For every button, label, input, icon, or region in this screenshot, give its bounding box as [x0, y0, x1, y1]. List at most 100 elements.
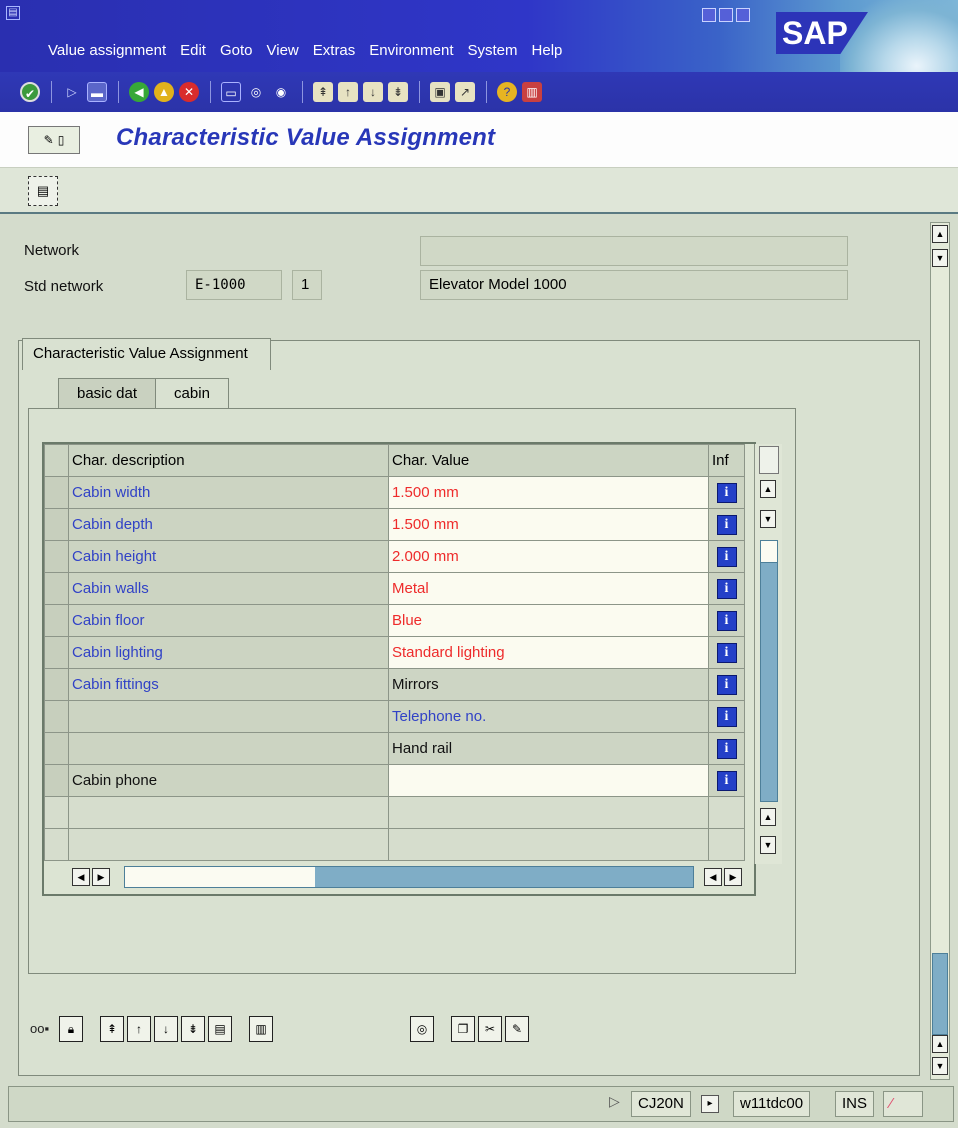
scroll-down-icon[interactable]: ▼ — [760, 836, 776, 854]
new-session-icon[interactable]: ▣ — [430, 82, 450, 102]
scroll-down-icon[interactable]: ▼ — [760, 510, 776, 528]
char-description-cell[interactable]: Cabin fittings — [68, 668, 389, 701]
info-icon[interactable]: i — [716, 642, 737, 663]
scrollbar-thumb[interactable] — [932, 953, 948, 1035]
scroll-right-icon[interactable]: ▶ — [92, 868, 110, 886]
chain-links-icon[interactable]: oo▪ — [30, 1016, 56, 1042]
first-page-icon[interactable]: ⇞ — [313, 82, 333, 102]
menu-goto[interactable]: Goto — [220, 42, 253, 59]
main-vertical-scrollbar[interactable]: ▲ ▼ ▲ ▼ — [930, 222, 950, 1080]
last-entry-icon[interactable]: ⇟ — [181, 1016, 205, 1042]
find-icon[interactable]: ◎ — [246, 82, 266, 102]
print-icon[interactable]: ▭ — [221, 82, 241, 102]
row-selector[interactable] — [44, 732, 69, 765]
layout-menu-icon[interactable]: ▥ — [522, 82, 542, 102]
session-info-icon[interactable]: ▸ — [701, 1095, 719, 1113]
table-horizontal-scrollbar[interactable] — [124, 866, 694, 888]
table-vertical-scrollbar[interactable]: ▲ ▼ ▲ ▼ — [754, 444, 782, 864]
scroll-left-icon[interactable]: ◀ — [72, 868, 90, 886]
char-value-input[interactable]: Metal — [388, 572, 709, 605]
info-icon[interactable]: i — [716, 546, 737, 567]
menu-view[interactable]: View — [267, 42, 299, 59]
char-description-cell[interactable]: Cabin width — [68, 476, 389, 509]
char-value-cell[interactable]: Hand rail — [388, 732, 709, 765]
scroll-right-icon[interactable]: ▶ — [724, 868, 742, 886]
info-icon[interactable]: i — [716, 578, 737, 599]
next-entry-icon[interactable]: ↓ — [154, 1016, 178, 1042]
char-value-input[interactable]: 1.500 mm — [388, 508, 709, 541]
maximize-icon[interactable] — [719, 8, 733, 22]
cancel-icon[interactable]: ✕ — [179, 82, 199, 102]
menu-help[interactable]: Help — [532, 42, 563, 59]
info-icon[interactable]: i — [716, 706, 737, 727]
scroll-left-icon[interactable]: ◀ — [704, 868, 722, 886]
enter-check-icon[interactable]: ✔ — [20, 82, 40, 102]
column-header-info[interactable]: Inf — [708, 444, 745, 477]
find-next-icon[interactable]: ◉ — [271, 82, 291, 102]
next-page-icon[interactable]: ↓ — [363, 82, 383, 102]
menu-system[interactable]: System — [468, 42, 518, 59]
table-settings-icon[interactable]: ▥ — [249, 1016, 273, 1042]
cut-icon[interactable]: ✂ — [478, 1016, 502, 1042]
last-page-icon[interactable]: ⇟ — [388, 82, 408, 102]
status-expand-icon[interactable]: ▷ — [609, 1093, 620, 1110]
info-icon[interactable]: i — [716, 610, 737, 631]
char-value-input[interactable]: 1.500 mm — [388, 476, 709, 509]
page-icon[interactable]: ▤ — [208, 1016, 232, 1042]
info-icon[interactable]: i — [716, 514, 737, 535]
char-description-cell[interactable]: Cabin floor — [68, 604, 389, 637]
row-selector[interactable] — [44, 508, 69, 541]
info-icon[interactable]: i — [716, 482, 737, 503]
copy-icon[interactable]: ❐ — [451, 1016, 475, 1042]
help-icon[interactable]: ? — [497, 82, 517, 102]
char-description-cell[interactable]: Cabin phone — [68, 764, 389, 797]
scroll-up-icon[interactable]: ▲ — [932, 1035, 948, 1053]
previous-entry-icon[interactable]: ↑ — [127, 1016, 151, 1042]
scroll-up-icon[interactable]: ▲ — [760, 480, 776, 498]
char-value-input[interactable]: Blue — [388, 604, 709, 637]
char-value-cell[interactable]: Telephone no. — [388, 700, 709, 733]
lock-icon[interactable]: 🔒︎ — [59, 1016, 83, 1042]
info-icon[interactable]: i — [716, 770, 737, 791]
scroll-down-icon[interactable]: ▼ — [932, 249, 948, 267]
menu-value-assignment[interactable]: Value assignment — [48, 42, 166, 59]
find-icon[interactable]: ◎ — [410, 1016, 434, 1042]
insert-mode[interactable]: INS — [835, 1091, 875, 1117]
command-field-arrow-icon[interactable]: ▷ — [62, 82, 82, 102]
char-description-cell[interactable]: Cabin walls — [68, 572, 389, 605]
column-header-description[interactable]: Char. description — [68, 444, 389, 477]
exit-icon[interactable]: ▲ — [154, 82, 174, 102]
scroll-up-icon[interactable]: ▲ — [760, 808, 776, 826]
row-selector[interactable] — [44, 604, 69, 637]
menu-environment[interactable]: Environment — [369, 42, 453, 59]
scroll-up-icon[interactable]: ▲ — [932, 225, 948, 243]
char-value-cell[interactable]: Mirrors — [388, 668, 709, 701]
scroll-down-icon[interactable]: ▼ — [932, 1057, 948, 1075]
char-value-input[interactable]: 2.000 mm — [388, 540, 709, 573]
table-scroll-track[interactable] — [760, 540, 778, 802]
row-selector[interactable] — [44, 636, 69, 669]
char-description-cell[interactable]: Cabin height — [68, 540, 389, 573]
edit-document-icon[interactable]: ✎ — [505, 1016, 529, 1042]
info-icon[interactable]: i — [716, 738, 737, 759]
row-selector[interactable] — [44, 540, 69, 573]
first-entry-icon[interactable]: ⇞ — [100, 1016, 124, 1042]
row-selector[interactable] — [44, 572, 69, 605]
save-icon[interactable]: ▬ — [87, 82, 107, 102]
menu-edit[interactable]: Edit — [180, 42, 206, 59]
char-description-cell[interactable]: Cabin lighting — [68, 636, 389, 669]
minimize-icon[interactable] — [702, 8, 716, 22]
info-icon[interactable]: i — [716, 674, 737, 695]
char-value-input[interactable]: Standard lighting — [388, 636, 709, 669]
document-button[interactable]: ▤ — [28, 176, 58, 206]
close-icon[interactable] — [736, 8, 750, 22]
char-value-input[interactable] — [388, 764, 709, 797]
shortcut-icon[interactable]: ↗ — [455, 82, 475, 102]
display-change-toggle[interactable]: ✎ ▯ — [28, 126, 80, 154]
row-selector[interactable] — [44, 476, 69, 509]
select-all-cell[interactable] — [44, 444, 69, 477]
scrollbar-header-button[interactable] — [759, 446, 779, 474]
scrollbar-thumb[interactable] — [125, 867, 315, 887]
row-selector[interactable] — [44, 668, 69, 701]
tab-cabin[interactable]: cabin — [155, 378, 229, 411]
